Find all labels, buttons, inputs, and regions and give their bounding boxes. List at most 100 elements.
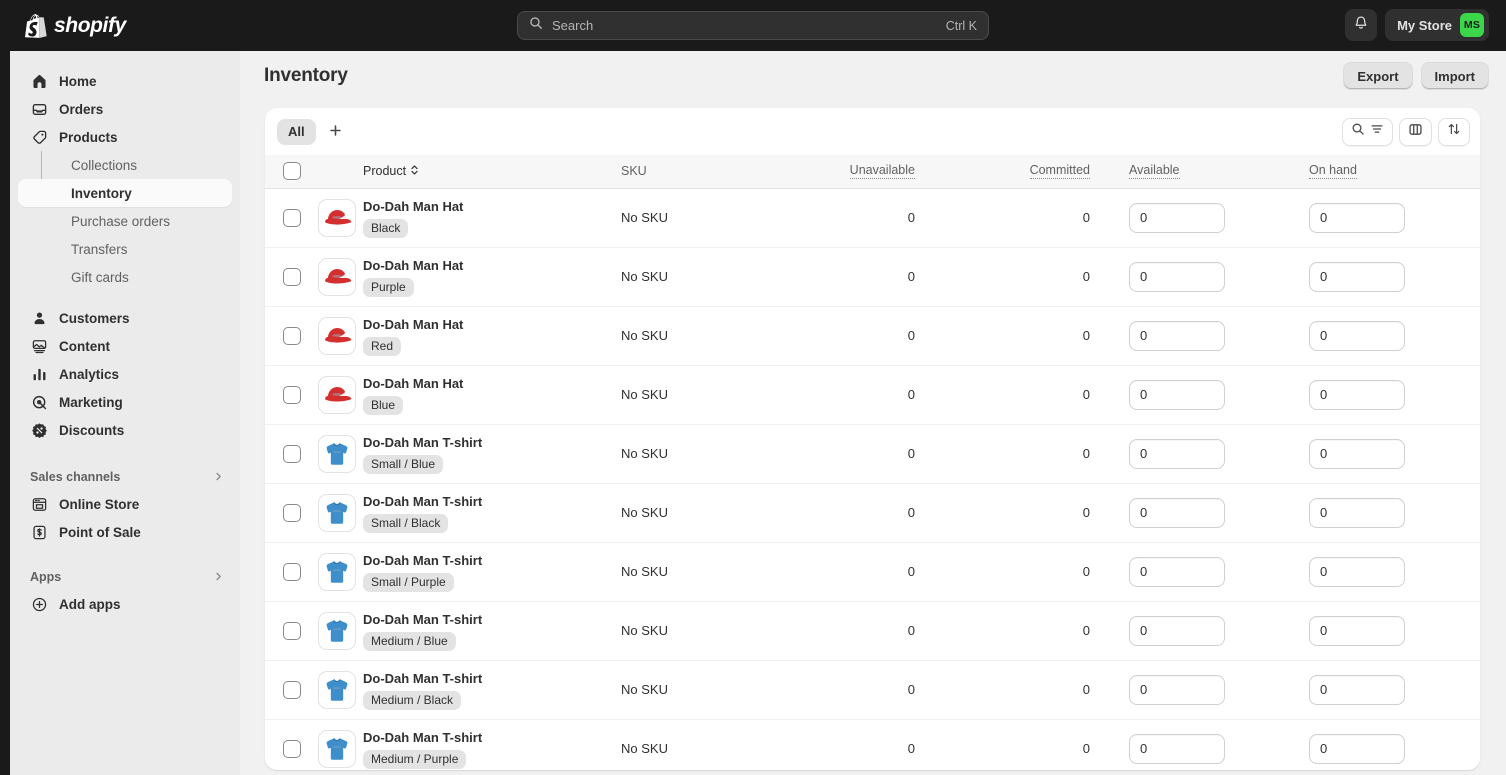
- sidebar-item-collections[interactable]: Collections: [18, 151, 232, 179]
- available-input[interactable]: [1129, 615, 1225, 646]
- sidebar-item-customers[interactable]: Customers: [18, 304, 232, 332]
- sidebar-item-label: Point of Sale: [59, 524, 141, 540]
- search-and-filter-button[interactable]: [1342, 117, 1393, 146]
- sidebar-item-add-apps[interactable]: Add apps: [18, 590, 232, 618]
- on-hand-input[interactable]: [1309, 320, 1405, 351]
- row-checkbox[interactable]: [283, 267, 301, 286]
- available-input[interactable]: [1129, 497, 1225, 528]
- available-input[interactable]: [1129, 438, 1225, 469]
- on-hand-input[interactable]: [1309, 261, 1405, 292]
- sidebar-item-purchase-orders[interactable]: Purchase orders: [18, 207, 232, 235]
- store-switcher-button[interactable]: My Store MS: [1385, 9, 1489, 41]
- sidebar-item-discounts[interactable]: Discounts: [18, 416, 232, 444]
- on-hand-input[interactable]: [1309, 674, 1405, 705]
- edit-columns-button[interactable]: [1399, 117, 1432, 146]
- sidebar-item-content[interactable]: Content: [18, 332, 232, 360]
- sort-button[interactable]: [1438, 117, 1470, 146]
- sidebar-item-marketing[interactable]: Marketing: [18, 388, 232, 416]
- sidebar-item-online-store[interactable]: Online Store: [18, 490, 232, 518]
- row-checkbox[interactable]: [283, 562, 301, 581]
- available-input[interactable]: [1129, 674, 1225, 705]
- table-row[interactable]: Do-Dah Man T-shirt Small / Purple No SKU 0 0: [265, 542, 1480, 602]
- available-input[interactable]: [1129, 261, 1225, 292]
- table-row[interactable]: Do-Dah Man T-shirt Medium / Purple No SKU 0…: [265, 719, 1480, 770]
- on-hand-input[interactable]: [1309, 615, 1405, 646]
- select-all-header: [265, 155, 318, 189]
- row-checkbox[interactable]: [283, 208, 301, 227]
- product-name[interactable]: Do-Dah Man T-shirt: [363, 434, 621, 451]
- column-header-available[interactable]: Available: [1121, 155, 1301, 189]
- row-available-cell: [1121, 188, 1301, 248]
- sidebar-item-inventory[interactable]: Inventory: [18, 179, 232, 207]
- product-name[interactable]: Do-Dah Man Hat: [363, 198, 621, 215]
- product-name[interactable]: Do-Dah Man Hat: [363, 375, 621, 392]
- product-name[interactable]: Do-Dah Man Hat: [363, 257, 621, 274]
- variant-badge: Medium / Blue: [363, 631, 456, 651]
- sidebar-item-orders[interactable]: Orders: [18, 95, 232, 123]
- on-hand-input[interactable]: [1309, 379, 1405, 410]
- row-committed: 0: [946, 542, 1121, 602]
- sidebar-section-sales-channels[interactable]: Sales channels: [30, 464, 224, 490]
- row-checkbox[interactable]: [283, 444, 301, 463]
- row-checkbox[interactable]: [283, 503, 301, 522]
- column-header-product[interactable]: Product: [363, 155, 621, 189]
- table-row[interactable]: Do-Dah Man Hat Black No SKU 0 0: [265, 188, 1480, 248]
- row-thumbnail-cell: [318, 660, 363, 720]
- row-checkbox[interactable]: [283, 680, 301, 699]
- table-row[interactable]: Do-Dah Man T-shirt Medium / Blue No SKU 0 0: [265, 601, 1480, 661]
- import-button[interactable]: Import: [1420, 62, 1489, 90]
- sidebar-item-gift-cards[interactable]: Gift cards: [18, 263, 232, 291]
- row-checkbox[interactable]: [283, 621, 301, 640]
- inventory-card: All Product SKU Unavailable Committed Av…: [265, 108, 1480, 770]
- variant-badge: Small / Black: [363, 513, 449, 533]
- product-name[interactable]: Do-Dah Man T-shirt: [363, 611, 621, 628]
- on-hand-input[interactable]: [1309, 556, 1405, 587]
- table-row[interactable]: Do-Dah Man Hat Purple No SKU 0 0: [265, 247, 1480, 307]
- sidebar-item-products[interactable]: Products: [18, 123, 232, 151]
- pos-receipt-icon: [30, 523, 49, 542]
- column-header-on-hand[interactable]: On hand: [1301, 155, 1480, 189]
- product-name[interactable]: Do-Dah Man T-shirt: [363, 493, 621, 510]
- sidebar-item-analytics[interactable]: Analytics: [18, 360, 232, 388]
- row-checkbox[interactable]: [283, 385, 301, 404]
- available-input[interactable]: [1129, 202, 1225, 233]
- row-checkbox[interactable]: [283, 739, 301, 758]
- product-name[interactable]: Do-Dah Man T-shirt: [363, 552, 621, 569]
- available-input[interactable]: [1129, 379, 1225, 410]
- on-hand-input[interactable]: [1309, 202, 1405, 233]
- row-checkbox[interactable]: [283, 326, 301, 345]
- table-row[interactable]: Do-Dah Man T-shirt Small / Black No SKU 0 0: [265, 483, 1480, 543]
- table-row[interactable]: Do-Dah Man Hat Blue No SKU 0 0: [265, 365, 1480, 425]
- select-all-checkbox[interactable]: [283, 162, 301, 181]
- column-header-unavailable[interactable]: Unavailable: [816, 155, 946, 189]
- product-name[interactable]: Do-Dah Man T-shirt: [363, 729, 621, 746]
- column-header-committed[interactable]: Committed: [946, 155, 1121, 189]
- table-row[interactable]: Do-Dah Man Hat Red No SKU 0 0: [265, 306, 1480, 366]
- available-input[interactable]: [1129, 556, 1225, 587]
- product-name[interactable]: Do-Dah Man T-shirt: [363, 670, 621, 687]
- shopify-logo[interactable]: shopify: [25, 14, 126, 38]
- sidebar-item-home[interactable]: Home: [18, 67, 232, 95]
- tshirt-thumbnail: [318, 611, 356, 650]
- on-hand-input[interactable]: [1309, 497, 1405, 528]
- table-row[interactable]: Do-Dah Man T-shirt Medium / Black No SKU 0 0: [265, 660, 1480, 720]
- sidebar-section-apps[interactable]: Apps: [30, 564, 224, 590]
- export-button[interactable]: Export: [1343, 62, 1413, 90]
- on-hand-input[interactable]: [1309, 438, 1405, 469]
- product-name[interactable]: Do-Dah Man Hat: [363, 316, 621, 333]
- notifications-button[interactable]: [1345, 9, 1378, 41]
- tshirt-thumbnail-image: [326, 442, 348, 465]
- row-unavailable: 0: [816, 365, 946, 425]
- row-available-cell: [1121, 365, 1301, 425]
- sidebar-item-point-of-sale[interactable]: Point of Sale: [18, 518, 232, 546]
- tab-all[interactable]: All: [277, 118, 316, 145]
- table-row[interactable]: Do-Dah Man T-shirt Small / Blue No SKU 0 0: [265, 424, 1480, 484]
- search-icon: [1351, 122, 1365, 141]
- available-input[interactable]: [1129, 733, 1225, 764]
- sidebar-item-transfers[interactable]: Transfers: [18, 235, 232, 263]
- global-search-bar[interactable]: Search Ctrl K: [517, 11, 989, 40]
- available-input[interactable]: [1129, 320, 1225, 351]
- sidebar-item-label: Analytics: [59, 366, 120, 382]
- add-view-button[interactable]: [322, 119, 350, 145]
- on-hand-input[interactable]: [1309, 733, 1405, 764]
